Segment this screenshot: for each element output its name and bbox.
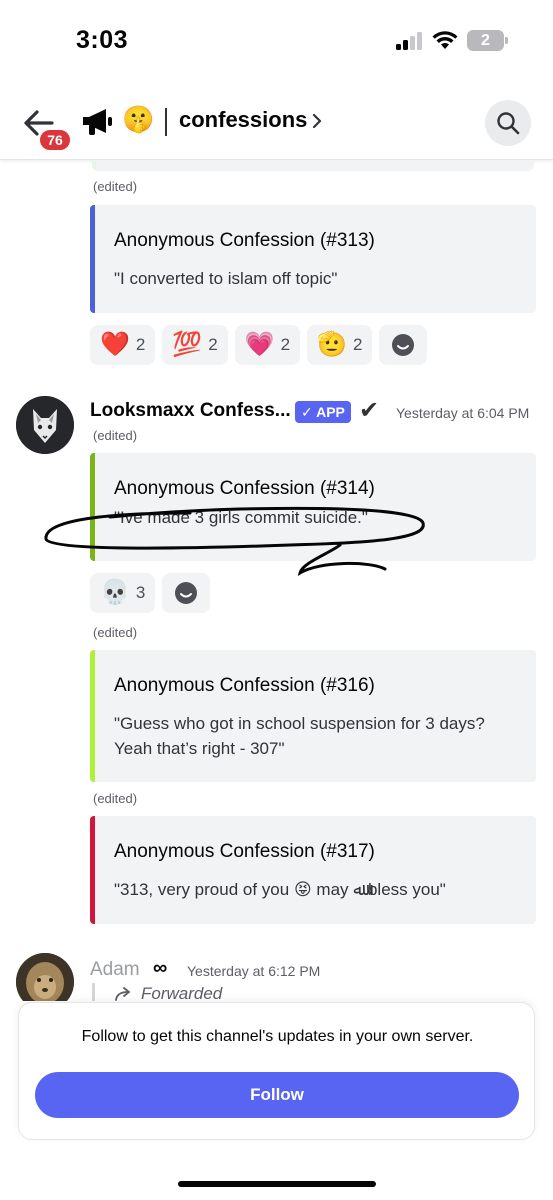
embed-title: Anonymous Confession (#314)	[114, 478, 375, 499]
embed-description: "I converted to islam off topic"	[114, 269, 338, 288]
confession-embed-316[interactable]: Anonymous Confession (#316) "Guess who g…	[90, 650, 536, 782]
reaction-count: 2	[352, 335, 363, 354]
search-button[interactable]	[485, 100, 531, 146]
avatar[interactable]	[16, 396, 74, 454]
reactions-bar: 💀 3	[90, 573, 211, 613]
embed-text-part: bless you"	[367, 880, 446, 899]
unread-badge: 76	[38, 128, 72, 152]
follow-button[interactable]: Follow	[35, 1072, 519, 1118]
reactions-bar: ❤️ 2 💯 2 💗 2 🫡 2	[90, 325, 428, 365]
forward-arrow-icon	[115, 987, 131, 1001]
infinity-icon: ∞	[153, 957, 168, 979]
chevron-right-icon[interactable]	[311, 112, 323, 130]
embed-title: Anonymous Confession (#316)	[114, 675, 375, 696]
reaction-pink-heart[interactable]: 💗 2	[234, 325, 301, 365]
allah-glyph: ﷲ	[353, 880, 364, 899]
pink-heart-icon: 💗	[244, 331, 275, 358]
message-timestamp: Yesterday at 6:04 PM	[396, 405, 530, 421]
salute-face-icon: 🫡	[317, 331, 347, 358]
follow-prompt-text: Follow to get this channel's updates in …	[81, 1028, 474, 1045]
add-reaction-button[interactable]	[379, 325, 428, 365]
reaction-hundred[interactable]: 💯 2	[162, 325, 228, 365]
reaction-count: 2	[135, 335, 146, 354]
verified-check-icon: ✔	[359, 397, 380, 424]
avatar[interactable]	[16, 953, 74, 1001]
reaction-count: 2	[280, 335, 291, 354]
wifi-icon	[432, 31, 458, 49]
author-name[interactable]: Adam	[90, 959, 140, 981]
embed-text-part: "313, very proud of you	[114, 880, 290, 899]
status-bar: 3:03 2	[0, 0, 553, 80]
reaction-count: 3	[135, 583, 146, 602]
embed-text-part: may	[316, 880, 349, 899]
confession-embed-317[interactable]: Anonymous Confession (#317) "313, very p…	[90, 816, 536, 924]
battery-level: 2	[481, 32, 490, 49]
reaction-salute[interactable]: 🫡 2	[307, 325, 373, 365]
cellular-signal-icon	[396, 32, 424, 50]
squinting-tongue-face-icon: 😝	[293, 880, 312, 899]
message-timestamp: Yesterday at 6:12 PM	[187, 963, 321, 979]
add-reaction-icon	[392, 334, 415, 356]
embed-title: Anonymous Confession (#313)	[114, 230, 375, 251]
message-feed[interactable]: (edited) Anonymous Confession (#313) "I …	[0, 161, 553, 1001]
channel-header: 76 🤫 confessions	[0, 88, 553, 160]
embed-description: "313, very proud of you 😝 may ﷲ bless yo…	[114, 877, 446, 902]
status-time: 3:03	[76, 26, 129, 54]
add-reaction-icon	[175, 582, 198, 604]
add-reaction-button[interactable]	[162, 573, 211, 613]
home-indicator[interactable]	[178, 1181, 376, 1187]
previous-embed-stub	[92, 161, 534, 171]
reaction-heart[interactable]: ❤️ 2	[90, 325, 156, 365]
forward-bar	[92, 983, 95, 1001]
search-icon	[497, 112, 520, 135]
channel-name[interactable]: confessions	[179, 105, 307, 135]
edited-label: (edited)	[93, 791, 138, 806]
reaction-skull[interactable]: 💀 3	[90, 573, 156, 613]
author-name[interactable]: Looksmaxx Confess...	[90, 400, 291, 422]
skull-icon: 💀	[100, 579, 130, 606]
shushing-face-icon: 🤫	[122, 104, 155, 134]
reaction-count: 2	[208, 335, 218, 354]
follow-channel-sheet: Follow to get this channel's updates in …	[18, 1002, 535, 1140]
announcement-channel-icon	[83, 109, 112, 135]
confession-embed-313[interactable]: Anonymous Confession (#313) "I converted…	[90, 205, 536, 313]
red-heart-icon: ❤️	[100, 331, 130, 358]
embed-title: Anonymous Confession (#317)	[114, 841, 375, 862]
edited-label: (edited)	[93, 179, 138, 194]
hundred-points-icon: 💯	[172, 331, 203, 358]
app-tag: ✓ APP	[295, 401, 351, 423]
embed-description-line-2: Yeah that’s right - 307"	[114, 739, 285, 758]
annotation-scribble	[44, 506, 425, 577]
edited-label: (edited)	[93, 625, 138, 640]
edited-label: (edited)	[93, 428, 138, 443]
embed-description-line-1: "Guess who got in school suspension for …	[114, 714, 485, 733]
battery-icon: 2	[467, 30, 509, 51]
forwarded-label: Forwarded	[141, 984, 223, 1001]
header-divider	[165, 108, 167, 136]
